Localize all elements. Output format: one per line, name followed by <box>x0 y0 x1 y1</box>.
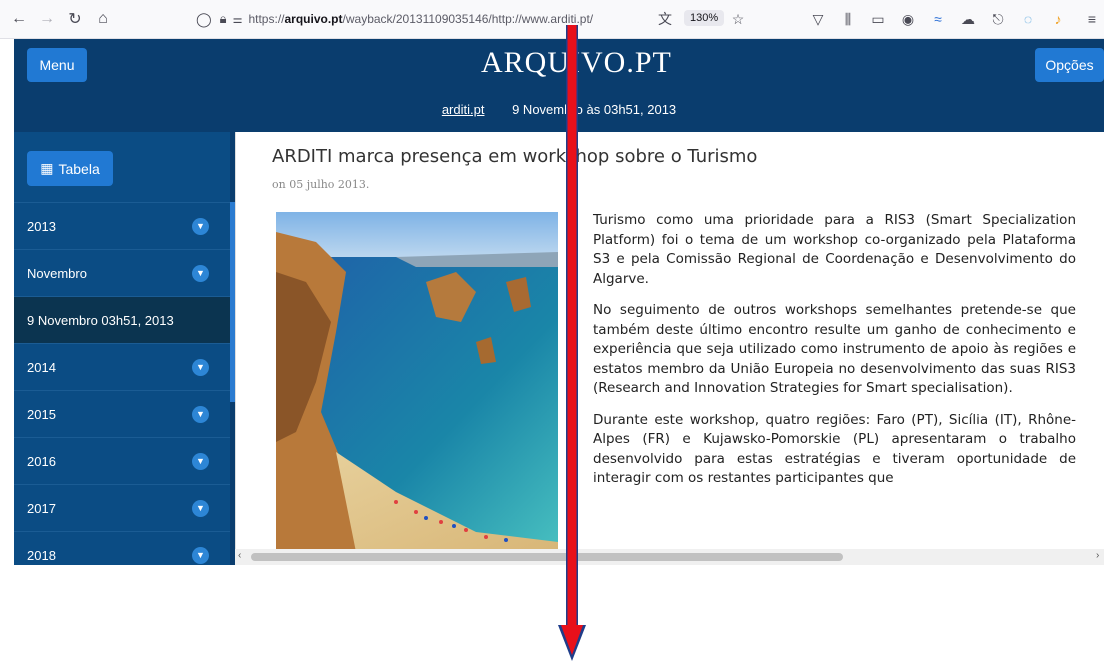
sidebar-icon[interactable]: ▭ <box>868 9 888 29</box>
timeline-sidebar: ▦ Tabela 2013 ▼ Novembro ▼ 9 Novembro 03… <box>14 132 235 565</box>
table-icon: ▦ <box>40 160 54 176</box>
article-body: Turismo como uma prioridade para a RIS3 … <box>593 211 1076 501</box>
bird-icon[interactable]: ♪ <box>1048 9 1068 29</box>
sidebar-item-2013[interactable]: 2013 ▼ <box>14 202 230 249</box>
cloud-icon[interactable]: ☁ <box>958 9 978 29</box>
sidebar-item-novembro[interactable]: Novembro ▼ <box>14 249 230 296</box>
scroll-thumb[interactable] <box>251 553 843 561</box>
site-link[interactable]: arditi.pt <box>442 102 485 117</box>
menu-button[interactable]: Menu <box>27 48 87 82</box>
sidebar-item-2017[interactable]: 2017 ▼ <box>14 484 230 531</box>
scroll-down-arrow-icon <box>558 25 586 661</box>
share-icon[interactable]: ⎋ <box>988 9 1008 29</box>
article-paragraph: No seguimento de outros workshops semelh… <box>593 302 1076 396</box>
chevron-down-icon[interactable]: ▼ <box>192 217 209 235</box>
zoom-level[interactable]: 130% <box>684 10 725 26</box>
options-button[interactable]: Opções <box>1035 48 1104 82</box>
scroll-left-icon[interactable]: ‹ <box>238 550 241 561</box>
article-title[interactable]: ARDITI marca presença em workshop sobre … <box>272 146 757 167</box>
browser-toolbar: ← → ↻ ⌂ ◯ 🔒︎ ⚌ https://arquivo.pt/waybac… <box>0 0 1104 39</box>
chevron-down-icon[interactable]: ▼ <box>192 452 209 470</box>
forward-icon[interactable]: → <box>34 6 60 32</box>
reload-icon[interactable]: ↻ <box>62 6 88 32</box>
menu-icon[interactable]: ≡ <box>1082 9 1102 29</box>
back-icon[interactable]: ← <box>6 6 32 32</box>
archived-page-content: ARDITI marca presença em workshop sobre … <box>235 132 1104 549</box>
library-icon[interactable]: ⫼ <box>838 9 858 29</box>
account-icon[interactable]: ◉ <box>898 9 918 29</box>
lock-icon[interactable]: 🔒︎ <box>220 11 227 27</box>
sidebar-item-2014[interactable]: 2014 ▼ <box>14 343 230 390</box>
beach-photo <box>276 212 558 549</box>
permissions-icon[interactable]: ⚌ <box>233 13 243 26</box>
horizontal-scrollbar[interactable]: ‹ › <box>235 549 1104 565</box>
article-paragraph: Durante este workshop, quatro regiões: F… <box>593 411 1076 487</box>
pocket-icon[interactable]: ▽ <box>808 9 828 29</box>
sidebar-item-capture[interactable]: 9 Novembro 03h51, 2013 <box>14 296 230 343</box>
chevron-down-icon[interactable]: ▼ <box>192 358 209 376</box>
chevron-down-icon[interactable]: ▼ <box>192 499 209 517</box>
article-paragraph: Turismo como uma prioridade para a RIS3 … <box>593 212 1076 287</box>
chevron-down-icon[interactable]: ▼ <box>192 546 209 564</box>
beach-image <box>276 212 558 549</box>
chevron-down-icon[interactable]: ▼ <box>192 405 209 423</box>
article-date: on 05 julho 2013. <box>272 178 370 191</box>
home-icon[interactable]: ⌂ <box>90 6 116 32</box>
shield-icon[interactable]: ◯ <box>196 11 212 28</box>
bookmark-star-icon[interactable]: ☆ <box>728 9 748 29</box>
chevron-down-icon[interactable]: ▼ <box>192 264 209 282</box>
scroll-right-icon[interactable]: › <box>1096 550 1099 561</box>
url-text[interactable]: https://arquivo.pt/wayback/2013110903514… <box>248 12 593 26</box>
capture-date: 9 Novembro às 03h51, 2013 <box>512 102 677 117</box>
table-view-button[interactable]: ▦ Tabela <box>27 151 113 186</box>
sidebar-item-2018[interactable]: 2018 ▼ <box>14 531 230 565</box>
translate-icon[interactable]: 文 <box>655 9 675 29</box>
extension-icon[interactable]: ≈ <box>928 9 948 29</box>
edge-icon[interactable]: ◌ <box>1018 9 1038 29</box>
sidebar-item-2016[interactable]: 2016 ▼ <box>14 437 230 484</box>
sidebar-item-2015[interactable]: 2015 ▼ <box>14 390 230 437</box>
